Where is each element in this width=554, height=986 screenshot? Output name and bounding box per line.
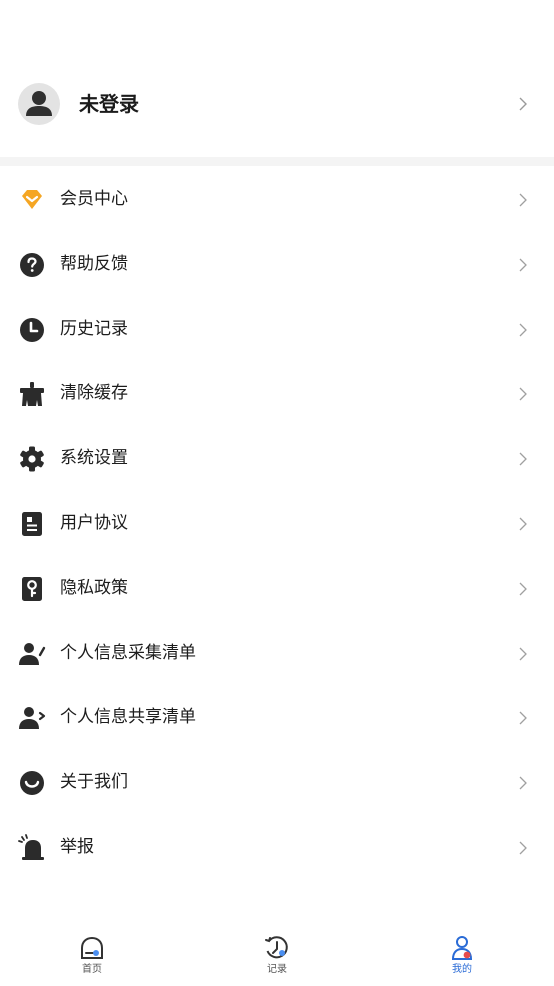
- menu-item-label: 个人信息采集清单: [60, 642, 196, 663]
- alarm-icon: [18, 834, 46, 862]
- chevron-right-icon: [518, 840, 528, 856]
- tab-records[interactable]: 记录: [237, 934, 317, 984]
- menu-item-label: 用户协议: [60, 512, 128, 533]
- menu-item-label: 会员中心: [60, 189, 128, 209]
- menu-item-label: 隐私政策: [60, 577, 128, 598]
- user-share-icon: [18, 704, 46, 732]
- section-divider: [0, 157, 554, 166]
- tab-label: 首页: [82, 964, 102, 975]
- chevron-right-icon: [518, 96, 528, 112]
- menu-item-info-sharing-list[interactable]: 个人信息共享清单: [0, 685, 554, 750]
- chevron-right-icon: [518, 775, 528, 791]
- settings-menu: 会员中心 帮助反馈 历史记录 清除缓存 系统设置 用户协议 隐私政策 个人信息采…: [0, 167, 554, 880]
- diamond-icon: [18, 186, 46, 214]
- menu-item-report[interactable]: 举报: [0, 815, 554, 880]
- menu-item-privacy-policy[interactable]: 隐私政策: [0, 556, 554, 621]
- tab-home[interactable]: 首页: [52, 934, 132, 984]
- clock-icon: [18, 316, 46, 344]
- chevron-right-icon: [518, 710, 528, 726]
- user-avatar-icon: [18, 83, 60, 125]
- gear-icon: [18, 445, 46, 473]
- menu-item-label: 帮助反馈: [60, 253, 128, 274]
- menu-item-user-agreement[interactable]: 用户协议: [0, 491, 554, 556]
- chevron-right-icon: [518, 451, 528, 467]
- profile-icon: [448, 934, 476, 962]
- menu-item-membership[interactable]: 会员中心: [0, 167, 554, 232]
- menu-item-label: 关于我们: [60, 772, 128, 793]
- document-icon: [18, 510, 46, 538]
- menu-item-label: 清除缓存: [60, 383, 128, 404]
- menu-item-label: 举报: [60, 836, 94, 857]
- menu-item-clear-cache[interactable]: 清除缓存: [0, 361, 554, 426]
- menu-item-label: 历史记录: [60, 318, 128, 339]
- menu-item-label: 系统设置: [60, 448, 128, 469]
- privacy-key-icon: [18, 575, 46, 603]
- menu-item-help-feedback[interactable]: 帮助反馈: [0, 232, 554, 297]
- broom-icon: [18, 380, 46, 408]
- menu-item-system-settings[interactable]: 系统设置: [0, 426, 554, 491]
- history-icon: [263, 934, 291, 962]
- tab-mine[interactable]: 我的: [422, 934, 502, 984]
- smile-icon: [18, 769, 46, 797]
- chevron-right-icon: [518, 192, 528, 208]
- menu-item-label: 个人信息共享清单: [60, 707, 196, 728]
- bottom-tab-bar: 首页 记录 我的: [0, 930, 554, 986]
- user-edit-icon: [18, 640, 46, 668]
- chevron-right-icon: [518, 386, 528, 402]
- home-icon: [78, 934, 106, 962]
- tab-label: 我的: [452, 964, 472, 975]
- chevron-right-icon: [518, 581, 528, 597]
- chevron-right-icon: [518, 516, 528, 532]
- menu-item-about-us[interactable]: 关于我们: [0, 750, 554, 815]
- chevron-right-icon: [518, 257, 528, 273]
- question-icon: [18, 251, 46, 279]
- profile-header[interactable]: 未登录: [0, 64, 554, 144]
- chevron-right-icon: [518, 322, 528, 338]
- menu-item-info-collection-list[interactable]: 个人信息采集清单: [0, 621, 554, 686]
- login-status-label: 未登录: [79, 92, 139, 116]
- menu-item-history[interactable]: 历史记录: [0, 297, 554, 362]
- chevron-right-icon: [518, 646, 528, 662]
- tab-label: 记录: [267, 964, 287, 975]
